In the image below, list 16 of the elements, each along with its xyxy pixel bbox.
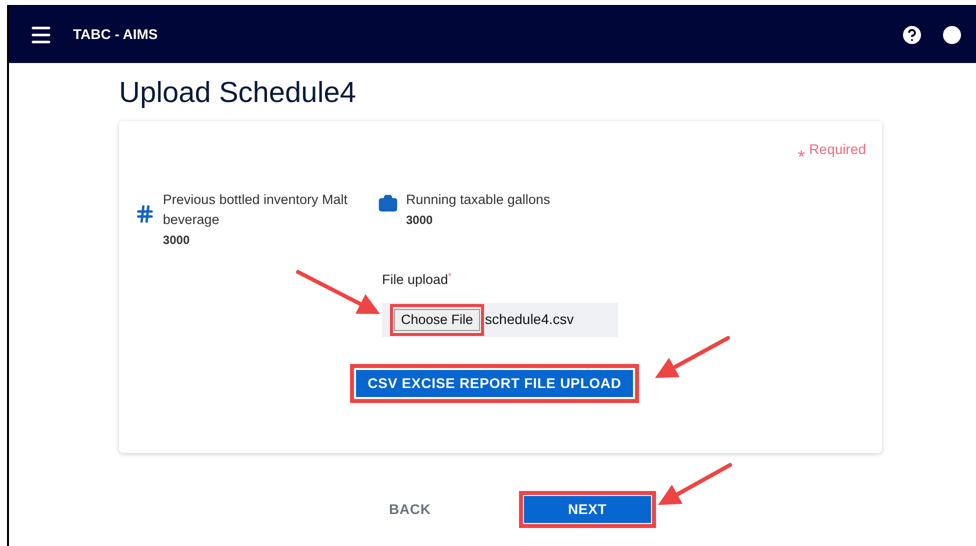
upload-button[interactable]: CSV EXCISE REPORT FILE UPLOAD bbox=[356, 370, 634, 396]
back-button[interactable]: BACK bbox=[389, 499, 431, 520]
next-button[interactable]: NEXT bbox=[524, 496, 651, 524]
app-title: TABC - AIMS bbox=[73, 25, 158, 44]
page-title: Upload Schedule4 bbox=[119, 76, 358, 111]
briefcase-icon bbox=[378, 194, 398, 214]
choose-file-button[interactable]: Choose File bbox=[394, 308, 480, 330]
stat-label: Running taxable gallons bbox=[406, 191, 550, 210]
stat-label: Previous bottled inventory Malt beverage bbox=[162, 191, 349, 230]
file-field[interactable]: Choose File schedule4.csv bbox=[382, 302, 618, 336]
required-mark: * bbox=[448, 270, 452, 284]
file-name: schedule4.csv bbox=[485, 310, 574, 329]
stat-value: 3000 bbox=[406, 212, 434, 230]
required-note: ⁎ Required bbox=[797, 140, 866, 160]
stat-value: 3000 bbox=[162, 232, 191, 250]
field-label: File upload bbox=[382, 271, 448, 290]
